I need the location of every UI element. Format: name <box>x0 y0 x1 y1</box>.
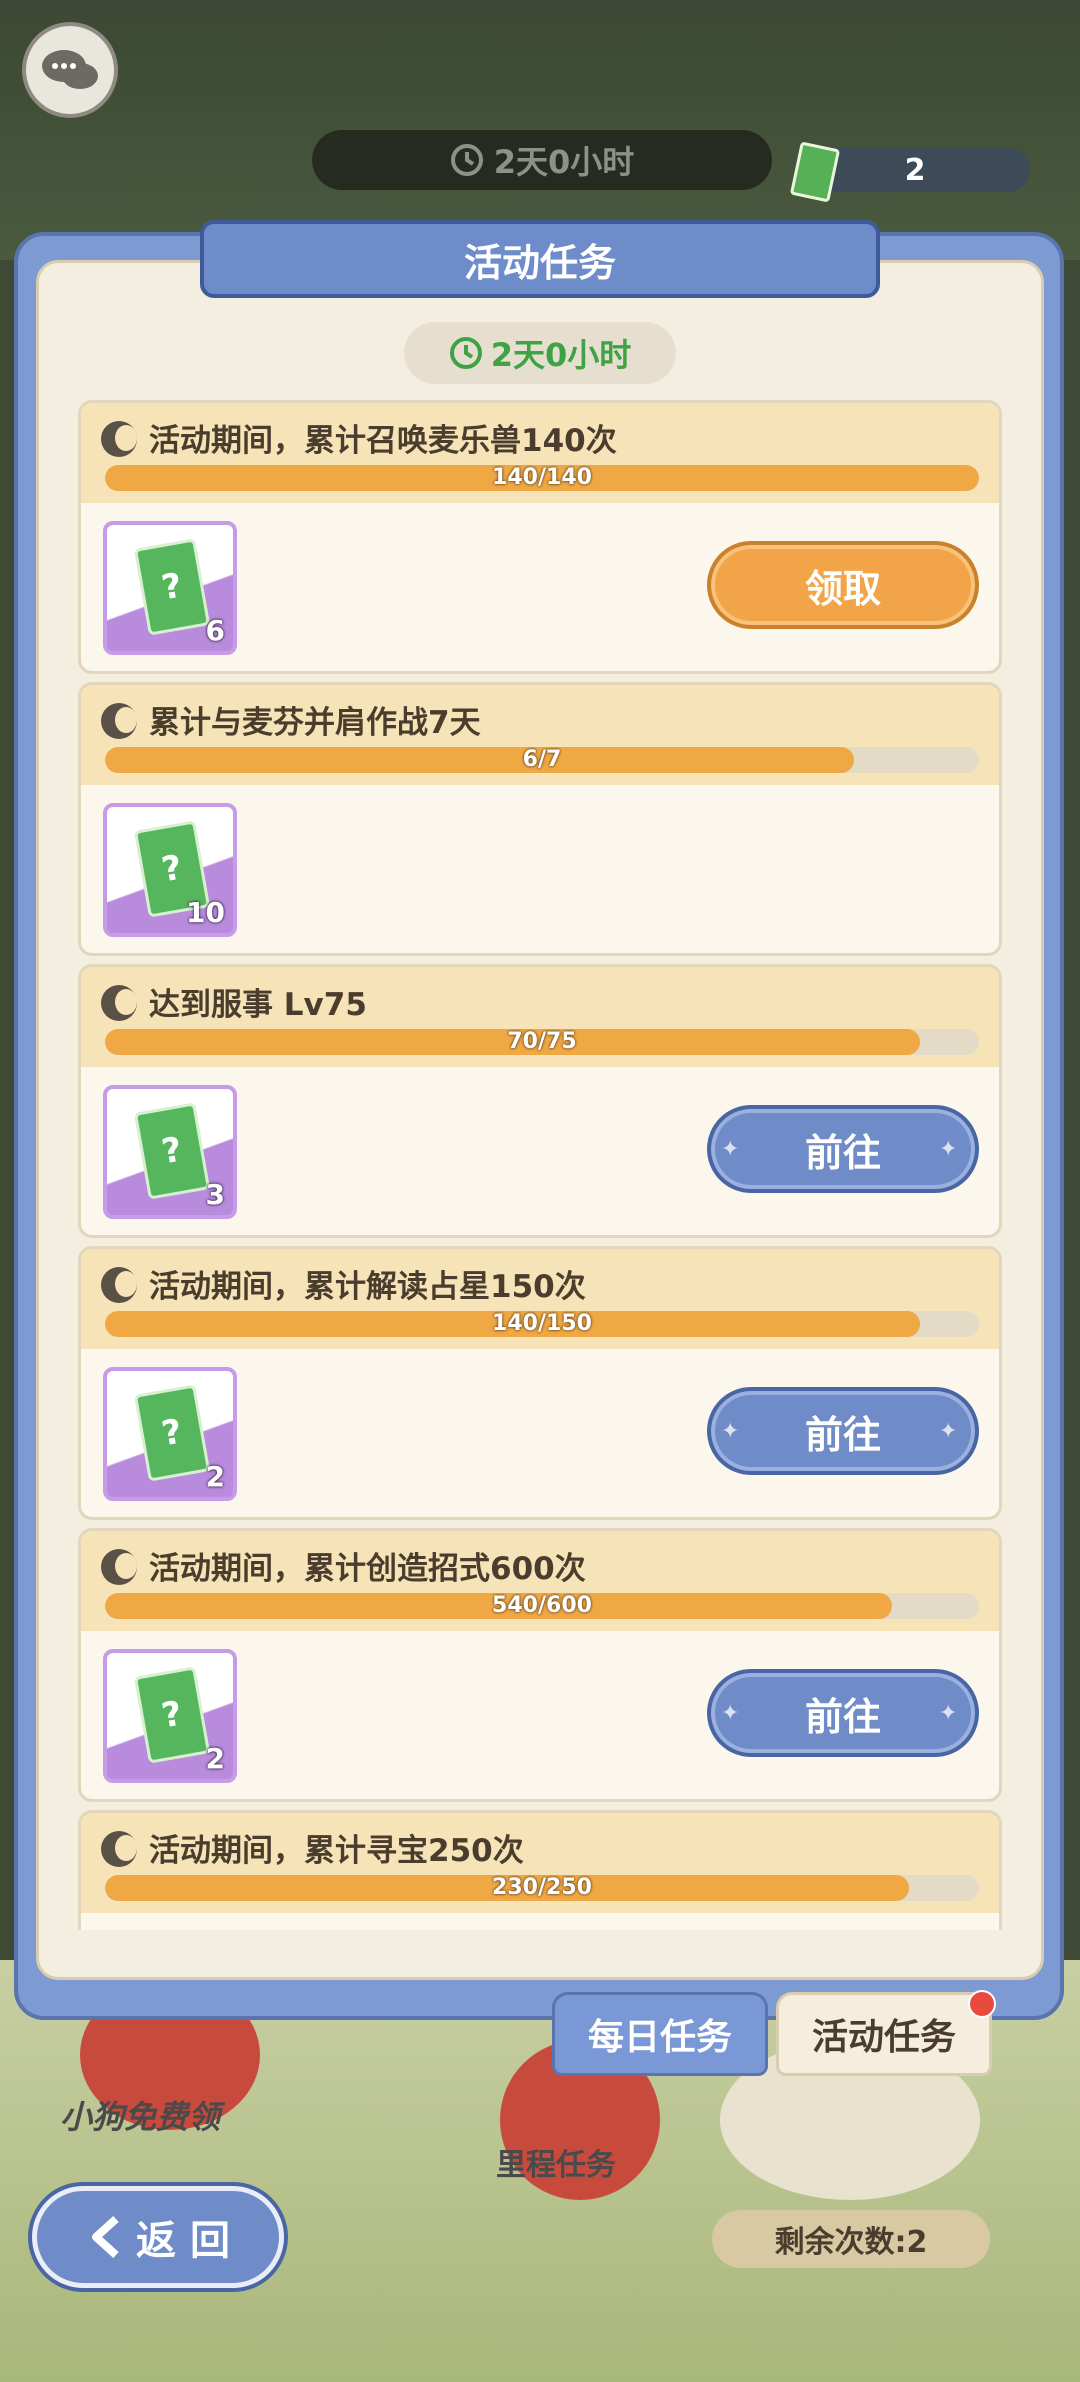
quest-progress-bar: 140/150 <box>105 1311 979 1337</box>
quest-progress-bar: 540/600 <box>105 1593 979 1619</box>
reward-item[interactable]: ? 2 <box>103 1649 237 1783</box>
moon-icon <box>101 421 137 457</box>
quest-title: 累计与麦芬并肩作战7天 <box>149 705 481 741</box>
quest-progress-bar: 230/250 <box>105 1875 979 1901</box>
sparkle-icon: ✦ <box>721 1701 740 1726</box>
sparkle-icon: ✦ <box>721 1137 740 1162</box>
reward-item[interactable]: ? 10 <box>103 803 237 937</box>
quest-title: 活动期间，累计召唤麦乐兽140次 <box>149 423 617 459</box>
event-timer-top: 2天0小时 <box>312 130 772 190</box>
sparkle-icon: ✦ <box>939 1701 958 1726</box>
quest-progress-text: 140/150 <box>492 1311 592 1336</box>
quest-card: 累计与麦芬并肩作战7天 6/7 ? 10 <box>78 682 1002 956</box>
notification-dot <box>968 1990 996 2018</box>
mystery-card-icon: ? <box>133 538 211 636</box>
reward-count: 2 <box>205 1460 225 1493</box>
quest-card: 达到服事 Lv75 70/75? 3 前往 ✦ ✦ <box>78 964 1002 1238</box>
chat-bubbles-icon <box>42 50 98 89</box>
tab-event-tasks[interactable]: 活动任务 <box>776 1992 992 2076</box>
moon-icon <box>101 1549 137 1585</box>
claim-button[interactable]: 领取 <box>707 541 979 629</box>
clock-icon <box>449 337 482 369</box>
quest-title: 活动期间，累计创造招式600次 <box>149 1551 586 1587</box>
quest-card: 活动期间，累计召唤麦乐兽140次 140/140? 6 领取 <box>78 400 1002 674</box>
sparkle-icon: ✦ <box>721 1419 740 1444</box>
quest-card: 活动期间，累计创造招式600次 540/600? 2 前往 ✦ ✦ <box>78 1528 1002 1802</box>
reward-count: 10 <box>186 896 225 929</box>
tab-daily-tasks[interactable]: 每日任务 <box>552 1992 768 2076</box>
quest-progress-text: 70/75 <box>507 1029 577 1054</box>
sparkle-icon: ✦ <box>939 1419 958 1444</box>
quest-progress-bar: 6/7 <box>105 747 979 773</box>
mystery-card-icon: ? <box>133 1102 211 1200</box>
quest-progress-text: 6/7 <box>522 747 562 772</box>
moon-icon <box>101 1267 137 1303</box>
free-puppy-label[interactable]: 小狗免费领 <box>60 2092 220 2138</box>
quest-title: 活动期间，累计解读占星150次 <box>149 1269 586 1305</box>
clock-icon <box>450 144 483 176</box>
reward-item[interactable]: ? 6 <box>103 521 237 655</box>
remaining-count-badge: 剩余次数:2 <box>712 2210 990 2268</box>
moon-icon <box>101 1831 137 1867</box>
quest-progress-text: 540/600 <box>492 1593 592 1618</box>
quest-card: 活动期间，累计解读占星150次 140/150? 2 前往 ✦ ✦ <box>78 1246 1002 1520</box>
panel-timer-text: 2天0小时 <box>490 336 632 374</box>
quest-title: 活动期间，累计寻宝250次 <box>149 1833 524 1869</box>
chat-button[interactable] <box>22 22 118 118</box>
back-button[interactable]: 返 回 <box>32 2186 284 2288</box>
ticket-count: 2 <box>904 152 926 188</box>
reward-count: 3 <box>205 1178 225 1211</box>
quest-list[interactable]: 活动期间，累计召唤麦乐兽140次 140/140? 6 领取 累计与麦芬并肩作战7天 6/… <box>78 400 1002 1930</box>
event-timer-top-text: 2天0小时 <box>493 143 635 181</box>
quest-card: 活动期间，累计寻宝250次230/250? <box>78 1810 1002 1930</box>
quest-progress-bar: 140/140 <box>105 465 979 491</box>
back-button-label: 返 回 <box>136 2218 230 2264</box>
reward-item[interactable]: ? 3 <box>103 1085 237 1219</box>
panel-timer: 2天0小时 <box>404 322 676 384</box>
reward-item[interactable]: ? 2 <box>103 1367 237 1501</box>
quest-progress-bar: 70/75 <box>105 1029 979 1055</box>
sparkle-icon: ✦ <box>939 1137 958 1162</box>
quest-progress-text: 230/250 <box>492 1875 592 1900</box>
mystery-card-icon: ? <box>133 1384 211 1482</box>
moon-icon <box>101 985 137 1021</box>
reward-count: 2 <box>205 1742 225 1775</box>
panel-title: 活动任务 <box>200 220 880 298</box>
mystery-card-icon: ? <box>133 1666 211 1764</box>
milestone-label[interactable]: 里程任务 <box>496 2140 616 2184</box>
quest-title: 达到服事 Lv75 <box>149 987 367 1023</box>
back-arrow-icon <box>92 2216 119 2258</box>
quest-progress-text: 140/140 <box>492 465 592 490</box>
reward-count: 6 <box>205 614 225 647</box>
moon-icon <box>101 703 137 739</box>
